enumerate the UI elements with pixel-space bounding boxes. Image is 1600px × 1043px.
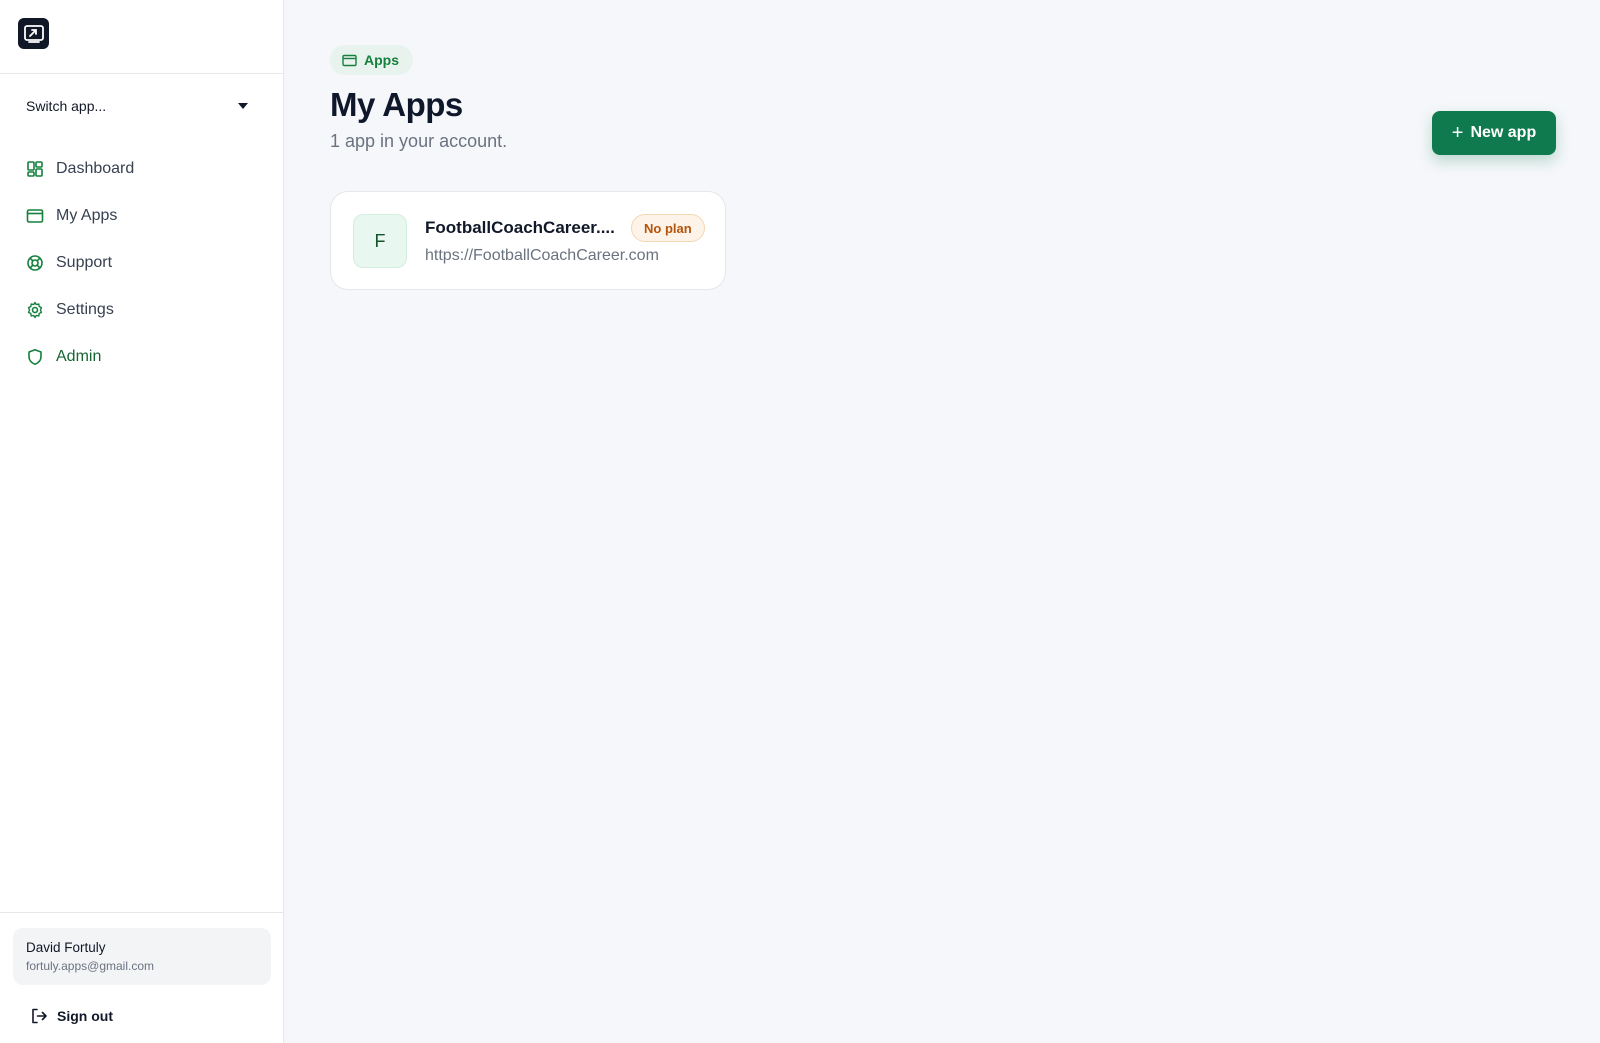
app-avatar: F <box>353 214 407 268</box>
chevron-down-icon <box>238 103 248 109</box>
shield-icon <box>28 349 42 365</box>
breadcrumb-label: Apps <box>364 52 399 68</box>
sidebar-item-settings[interactable]: Settings <box>14 291 270 329</box>
logo-area <box>0 0 283 74</box>
page-subtitle: 1 app in your account. <box>330 131 508 151</box>
plus-icon: + <box>1451 122 1464 144</box>
sign-out-label: Sign out <box>57 1008 113 1024</box>
gear-icon <box>27 301 43 319</box>
dashboard-icon <box>27 161 43 177</box>
lifebuoy-icon <box>27 255 43 271</box>
sidebar-item-label: My Apps <box>56 207 118 224</box>
sidebar-item-label: Settings <box>56 301 114 318</box>
app-root: Switch app... Dashboard My Apps Support … <box>0 0 1600 1043</box>
sign-out-icon <box>32 1008 47 1024</box>
sidebar-item-label: Admin <box>56 348 102 365</box>
window-icon <box>26 209 44 223</box>
sidebar-item-admin[interactable]: Admin <box>14 338 270 376</box>
plan-badge: No plan <box>631 214 705 242</box>
app-name: FootballCoachCareer.... <box>425 218 615 237</box>
sidebar-item-dashboard[interactable]: Dashboard <box>14 150 270 188</box>
sidebar-item-support[interactable]: Support <box>14 244 270 282</box>
sign-out-button[interactable]: Sign out <box>30 1005 113 1027</box>
sidebar-nav: Dashboard My Apps Support Settings Admin <box>14 150 270 385</box>
user-card[interactable]: David Fortuly fortuly.apps@gmail.com <box>13 928 271 985</box>
new-app-button[interactable]: + New app <box>1432 111 1556 155</box>
sidebar-item-label: Support <box>56 254 113 271</box>
page-title: My Apps <box>330 86 463 123</box>
app-card[interactable]: F FootballCoachCareer.... No plan https:… <box>330 191 726 290</box>
user-email: fortuly.apps@gmail.com <box>26 959 155 973</box>
window-icon <box>342 54 357 66</box>
app-switcher-label: Switch app... <box>26 98 107 114</box>
user-name: David Fortuly <box>26 940 106 955</box>
main-content: Apps My Apps 1 app in your account. + Ne… <box>284 0 1600 1043</box>
breadcrumb[interactable]: Apps <box>330 45 413 75</box>
sidebar: Switch app... Dashboard My Apps Support … <box>0 0 284 1043</box>
app-logo[interactable] <box>18 18 49 49</box>
app-switcher-dropdown[interactable]: Switch app... <box>26 92 256 120</box>
new-app-button-label: New app <box>1470 124 1537 141</box>
sidebar-item-label: Dashboard <box>56 160 135 177</box>
logo-icon <box>23 24 44 43</box>
sidebar-footer: David Fortuly fortuly.apps@gmail.com Sig… <box>0 912 284 1043</box>
sidebar-item-my-apps[interactable]: My Apps <box>14 197 270 235</box>
app-url: https://FootballCoachCareer.com <box>425 247 659 264</box>
